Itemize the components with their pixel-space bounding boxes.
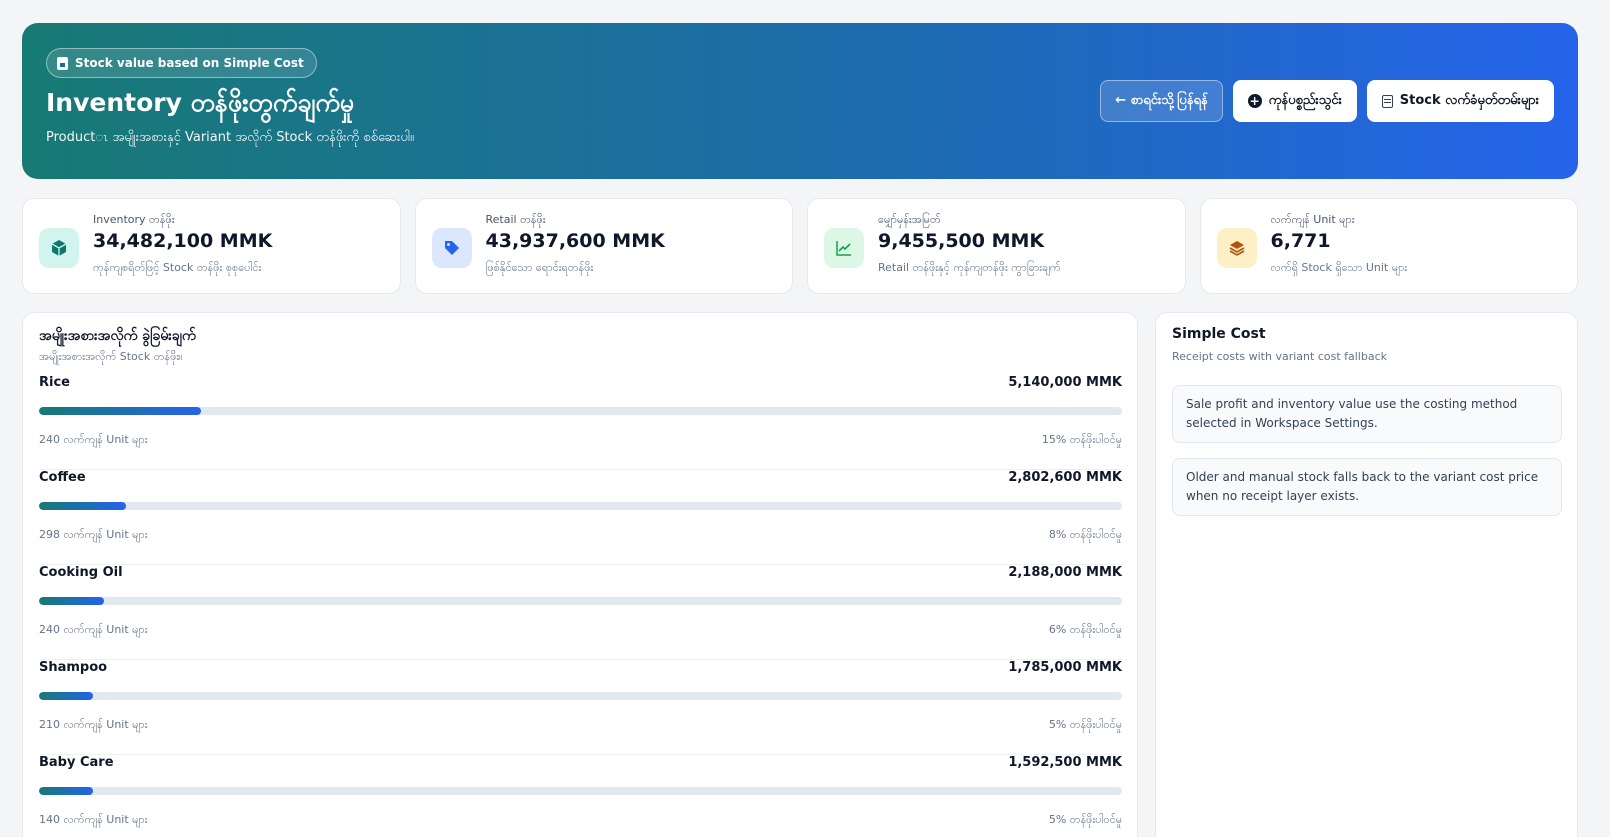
costing-method-card: Simple Cost Receipt costs with variant c… — [1155, 312, 1578, 837]
back-button-label: ← စာရင်းသို့ပြန်ရန် — [1115, 92, 1208, 108]
category-value: 5,140,000 MMK — [1008, 375, 1122, 390]
stat-label: မျှော်မှန်းအမြတ် — [878, 213, 941, 226]
category-row: Coffee 2,802,600 MMK 298 လက်ကျန် Unit မျ… — [39, 470, 1122, 565]
category-breakdown-card: အမျိုးအစားအလိုက် ခွဲခြမ်းချက် အမျိုးအစား… — [22, 312, 1138, 837]
category-progress-fill — [39, 502, 126, 510]
category-progress-track — [39, 502, 1122, 510]
stat-description: ဖြစ်နိုင်သော ရောင်းရတန်ဖိုး — [485, 261, 594, 274]
category-share: 5% တန်ဖိုးပါဝင်မှု — [1048, 718, 1122, 731]
costing-badge: Stock value based on Simple Cost — [46, 48, 317, 78]
category-share: 15% တန်ဖိုးပါဝင်မှု — [1041, 433, 1122, 446]
stat-card-retail-value: Retail တန်ဖိုး 43,937,600 MMK ဖြစ်နိုင်သ… — [414, 198, 1110, 473]
document-icon — [1381, 94, 1393, 108]
category-value: 2,188,000 MMK — [1008, 565, 1122, 580]
layers-icon — [1216, 228, 1257, 268]
stat-label: လက်ကျန် Unit များ — [1270, 213, 1355, 226]
tag-icon — [431, 228, 472, 268]
category-units: 298 လက်ကျန် Unit များ — [39, 528, 148, 541]
plus-circle-icon: + — [1247, 94, 1262, 108]
category-row: Baby Care 1,592,500 MMK 140 လက်ကျန် Unit… — [39, 755, 1122, 837]
cube-icon — [39, 228, 79, 268]
category-progress-fill — [39, 692, 94, 700]
stat-description: Retail တန်ဖိုးနှင့် ကုန်ကျတန်ဖိုး ကွာခြာ… — [878, 261, 1061, 274]
category-name: Rice — [39, 375, 70, 390]
category-row: Shampoo 1,785,000 MMK 210 လက်ကျန် Unit မ… — [39, 660, 1122, 755]
page-subtitle: Productၤ အမျိုးအစားနှင့် Variant အလိုက် … — [46, 130, 414, 145]
category-progress-fill — [39, 407, 202, 415]
page-title: Inventory တန်ဖိုးတွက်ချက်မှု — [46, 88, 355, 117]
hero-banner: Stock value based on Simple Cost Invento… — [22, 23, 1578, 179]
stat-value: 6,771 — [1270, 230, 1331, 252]
category-progress-fill — [39, 597, 104, 605]
trend-up-icon — [824, 228, 864, 268]
stat-label: Inventory တန်ဖိုး — [93, 213, 175, 226]
stat-label: Retail တန်ဖိုး — [485, 213, 546, 226]
category-units: 240 လက်ကျန် Unit များ — [39, 433, 148, 446]
costing-method-title: Simple Cost — [1172, 326, 1266, 342]
category-progress-track — [39, 407, 1122, 415]
calculator-icon — [57, 56, 68, 70]
stats-row: Inventory တန်ဖိုး 34,482,100 MMK ကုန်ကျစ… — [22, 198, 1578, 473]
category-value: 2,802,600 MMK — [1008, 470, 1122, 485]
category-breakdown-subtitle: အမျိုးအစားအလိုက် Stock တန်ဖိုး။ — [39, 350, 183, 363]
category-breakdown-title: အမျိုးအစားအလိုက် ခွဲခြမ်းချက် — [39, 328, 196, 344]
category-progress-track — [39, 692, 1122, 700]
category-row: Cooking Oil 2,188,000 MMK 240 လက်ကျန် Un… — [39, 565, 1122, 660]
category-units: 140 လက်ကျန် Unit များ — [39, 813, 148, 826]
category-progress-track — [39, 787, 1122, 795]
add-goods-label: ကုန်ပစ္စည်းသွင်း — [1268, 92, 1342, 108]
stat-card-inventory-value: Inventory တန်ဖိုး 34,482,100 MMK ကုန်ကျစ… — [22, 198, 401, 294]
category-row: Rice 5,140,000 MMK 240 လက်ကျန် Unit များ… — [39, 375, 1122, 470]
stock-records-button[interactable]: Stock လက်ခံမှတ်တမ်းများ — [1366, 80, 1554, 122]
category-share: 6% တန်ဖိုးပါဝင်မှု — [1048, 623, 1122, 636]
category-name: Shampoo — [39, 660, 108, 675]
add-goods-button[interactable]: + ကုန်ပစ္စည်းသွင်း — [1232, 80, 1357, 122]
category-progress-track — [39, 597, 1122, 605]
stat-description: လက်ရှိ Stock ရှိသော Unit များ — [1270, 261, 1408, 274]
category-units: 240 လက်ကျန် Unit များ — [39, 623, 148, 636]
category-name: Coffee — [39, 470, 86, 485]
category-name: Cooking Oil — [39, 565, 123, 580]
stat-description: ကုန်ကျစရိတ်ဖြင့် Stock တန်ဖိုး စုစုပေါင်… — [93, 261, 262, 274]
costing-note: Older and manual stock falls back to the… — [1172, 458, 1562, 516]
costing-method-subtitle: Receipt costs with variant cost fallback — [1172, 350, 1387, 363]
category-units: 210 လက်ကျန် Unit များ — [39, 718, 148, 731]
category-value: 1,592,500 MMK — [1008, 755, 1122, 770]
costing-badge-label: Stock value based on Simple Cost — [75, 56, 304, 70]
category-list: Rice 5,140,000 MMK 240 လက်ကျန် Unit များ… — [39, 375, 1122, 837]
stat-card-expected-profit: မျှော်မှန်းအမြတ် 9,455,500 MMK Retail တန… — [807, 198, 1186, 294]
stock-records-label: Stock လက်ခံမှတ်တမ်းများ — [1399, 92, 1539, 108]
stat-value: 34,482,100 MMK — [93, 230, 273, 252]
stat-card-remaining-units: လက်ကျန် Unit များ 6,771 လက်ရှိ Stock ရှိ… — [1199, 198, 1578, 294]
category-share: 8% တန်ဖိုးပါဝင်မှု — [1048, 528, 1122, 541]
hero-actions: ← စာရင်းသို့ပြန်ရန် + ကုန်ပစ္စည်းသွင်း S… — [1100, 80, 1554, 122]
stat-value: 43,937,600 MMK — [485, 230, 665, 252]
category-progress-fill — [39, 787, 94, 795]
stat-value: 9,455,500 MMK — [878, 230, 1045, 252]
back-to-list-button[interactable]: ← စာရင်းသို့ပြန်ရန် — [1100, 80, 1223, 122]
category-share: 5% တန်ဖိုးပါဝင်မှု — [1048, 813, 1122, 826]
costing-note: Sale profit and inventory value use the … — [1172, 385, 1562, 443]
category-name: Baby Care — [39, 755, 114, 770]
category-value: 1,785,000 MMK — [1008, 660, 1122, 675]
